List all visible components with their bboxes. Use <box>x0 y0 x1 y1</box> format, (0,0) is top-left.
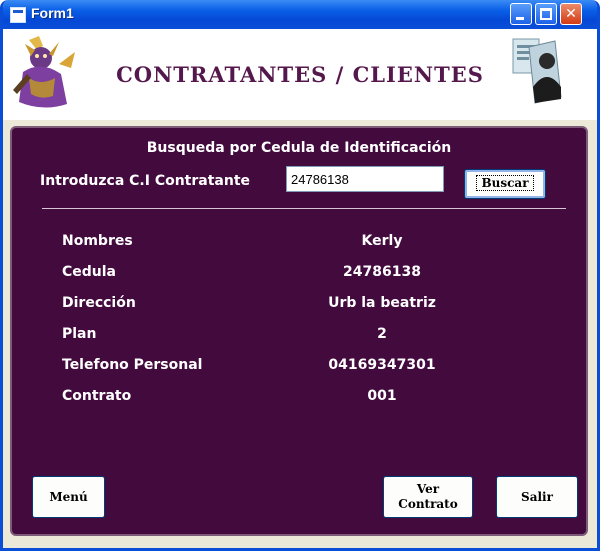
maximize-button[interactable] <box>535 3 557 25</box>
title-bar[interactable]: Form1 ✕ <box>3 0 597 29</box>
direccion-label: Dirección <box>62 295 136 311</box>
exit-button[interactable]: Salir <box>496 476 578 518</box>
maximize-icon <box>540 8 552 20</box>
nombres-label: Nombres <box>62 233 133 249</box>
page-title: CONTRATANTES / CLIENTES <box>116 62 484 87</box>
search-button-label: Buscar <box>476 175 534 191</box>
direccion-value: Urb la beatriz <box>328 295 436 311</box>
search-panel: Busqueda por Cedula de Identificación In… <box>10 126 588 536</box>
contact-card-icon <box>512 38 562 104</box>
app-window: Form1 ✕ CONTRATANTES / CLIENTES Busqueda… <box>0 0 600 551</box>
search-heading: Busqueda por Cedula de Identificación <box>146 140 452 156</box>
menu-button[interactable]: Menú <box>32 476 105 518</box>
minimize-icon <box>516 17 524 20</box>
ci-input[interactable] <box>286 166 444 192</box>
plan-value: 2 <box>377 326 387 342</box>
window-title: Form1 <box>31 5 74 21</box>
cedula-label: Cedula <box>62 264 117 280</box>
close-icon: ✕ <box>565 6 577 22</box>
divider <box>42 208 566 209</box>
contrato-label: Contrato <box>62 388 132 404</box>
view-contract-button[interactable]: Ver Contrato <box>383 476 473 518</box>
header-banner: CONTRATANTES / CLIENTES <box>3 29 597 120</box>
nombres-value: Kerly <box>361 233 403 249</box>
search-button[interactable]: Buscar <box>464 169 546 199</box>
view-contract-label-line2: Contrato <box>398 497 458 511</box>
ci-label: Introduzca C.I Contratante <box>40 173 251 189</box>
minimize-button[interactable] <box>510 3 532 25</box>
contrato-value: 001 <box>367 388 397 404</box>
cedula-value: 24786138 <box>343 264 421 280</box>
form-icon <box>10 7 26 23</box>
telefono-label: Telefono Personal <box>62 357 203 373</box>
close-button[interactable]: ✕ <box>560 3 582 25</box>
telefono-value: 04169347301 <box>328 357 436 373</box>
view-contract-label-line1: Ver <box>416 482 440 496</box>
plan-label: Plan <box>62 326 97 342</box>
